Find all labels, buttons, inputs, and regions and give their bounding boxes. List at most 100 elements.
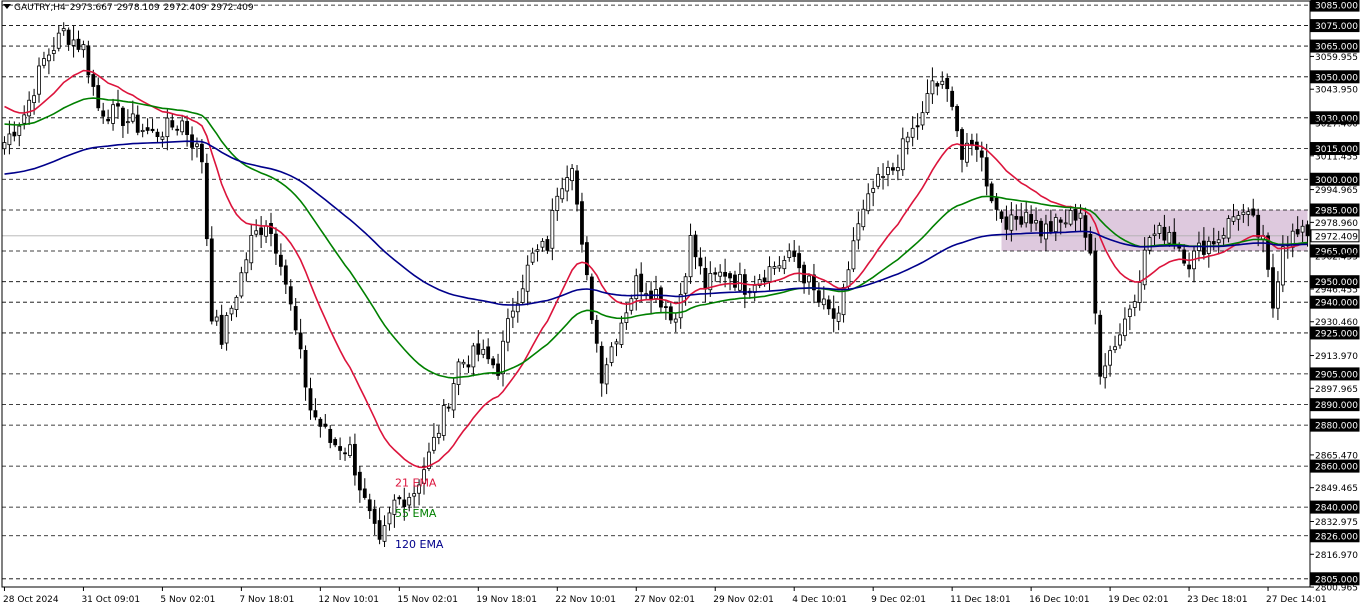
candle-body — [673, 318, 678, 323]
candle-body — [565, 177, 570, 192]
candle-body — [545, 239, 550, 251]
candle-body — [609, 346, 614, 363]
candle-body — [767, 266, 772, 282]
candle-body — [1004, 216, 1009, 230]
candle-body — [81, 44, 86, 51]
candle-body — [510, 310, 515, 318]
candle-body — [501, 340, 505, 375]
candle-body — [1019, 216, 1024, 225]
candle-body — [1014, 215, 1019, 220]
candle-body — [1063, 222, 1068, 225]
candle-body — [777, 265, 782, 269]
price-label: 2860.000 — [1315, 463, 1358, 473]
candle-body — [37, 65, 41, 95]
time-label: 22 Nov 10:01 — [555, 595, 616, 605]
candle-body — [234, 296, 239, 310]
time-label: 27 Nov 02:01 — [634, 595, 695, 605]
candle-body — [259, 227, 264, 235]
price-label: 2905.000 — [1315, 370, 1358, 380]
candle-body — [106, 118, 111, 122]
candle-body — [214, 316, 219, 322]
candle-body — [575, 170, 579, 205]
candle-body — [1157, 224, 1162, 234]
candle-body — [1113, 346, 1117, 351]
candle-body — [831, 308, 836, 319]
candle-body — [1098, 314, 1103, 377]
candle-body — [397, 496, 402, 500]
candle-body — [846, 269, 851, 287]
candle-body — [895, 167, 900, 172]
price-label: 2962.455 — [1315, 253, 1358, 263]
price-chart[interactable]: 3085.000 3075.000 3065.0003059.955 3050.000… — [0, 0, 1362, 611]
price-label: 3050.000 — [1315, 73, 1358, 83]
candle-body — [999, 211, 1004, 219]
candle-body — [204, 162, 209, 240]
candle-body — [733, 274, 737, 288]
candle-body — [886, 166, 890, 175]
candles-layer — [2, 22, 1310, 548]
indicator-legend: 21 EMA 55 EMA 120 EMA — [395, 477, 444, 551]
legend-label-21: 21 EMA — [395, 477, 437, 490]
time-label: 4 Dec 10:01 — [792, 595, 847, 605]
candle-body — [881, 176, 885, 178]
ema-line-21 — [4, 69, 1308, 469]
candle-body — [481, 348, 486, 355]
candle-body — [580, 201, 584, 245]
candle-body — [530, 252, 535, 263]
candle-body — [1236, 215, 1241, 220]
candle-body — [535, 249, 540, 252]
candle-body — [940, 80, 945, 85]
candle-body — [584, 242, 589, 276]
candle-body — [713, 272, 718, 275]
candle-body — [308, 388, 313, 411]
candle-body — [1246, 211, 1251, 215]
candle-body — [1241, 211, 1246, 215]
candle-body — [1048, 221, 1053, 232]
price-label: 2897.965 — [1315, 385, 1358, 395]
candle-body — [175, 128, 180, 131]
legend-label-55: 55 EMA — [395, 507, 437, 520]
candle-body — [935, 83, 940, 87]
candle-body — [239, 272, 244, 297]
candle-body — [486, 346, 491, 360]
price-label: 2832.975 — [1315, 518, 1358, 528]
candle-body — [594, 319, 599, 344]
candle-body — [7, 133, 12, 146]
candle-body — [1108, 350, 1112, 366]
candle-body — [348, 444, 352, 456]
time-label: 29 Nov 02:01 — [713, 595, 774, 605]
candle-body — [555, 195, 560, 211]
candle-body — [659, 287, 663, 308]
candle-body — [155, 131, 160, 138]
candle-body — [200, 143, 204, 163]
candle-body — [599, 345, 604, 384]
candle-body — [693, 234, 698, 258]
candle-body — [185, 121, 189, 135]
candle-body — [718, 271, 723, 277]
candle-body — [461, 361, 466, 365]
candle-body — [293, 306, 298, 331]
candle-body — [353, 443, 357, 476]
candle-body — [1271, 267, 1275, 309]
candle-body — [1280, 246, 1285, 286]
time-label: 27 Dec 14:01 — [1266, 595, 1327, 605]
candle-body — [1206, 240, 1211, 254]
candle-body — [663, 306, 668, 308]
candle-body — [965, 142, 969, 163]
candle-body — [61, 28, 66, 32]
candle-body — [22, 114, 27, 124]
candle-body — [42, 58, 46, 66]
time-label: 19 Nov 18:01 — [476, 595, 537, 605]
candle-body — [703, 267, 708, 290]
time-label: 28 Oct 2024 — [3, 595, 59, 605]
candle-body — [930, 80, 935, 95]
price-label: 3075.000 — [1315, 22, 1358, 32]
candle-body — [323, 423, 328, 427]
price-label: 3085.000 — [1315, 2, 1358, 12]
candle-body — [772, 266, 777, 269]
candle-body — [723, 271, 728, 277]
candle-body — [66, 29, 71, 45]
candle-body — [1201, 240, 1206, 255]
price-label: 2985.000 — [1315, 206, 1358, 216]
candle-body — [1152, 233, 1157, 236]
